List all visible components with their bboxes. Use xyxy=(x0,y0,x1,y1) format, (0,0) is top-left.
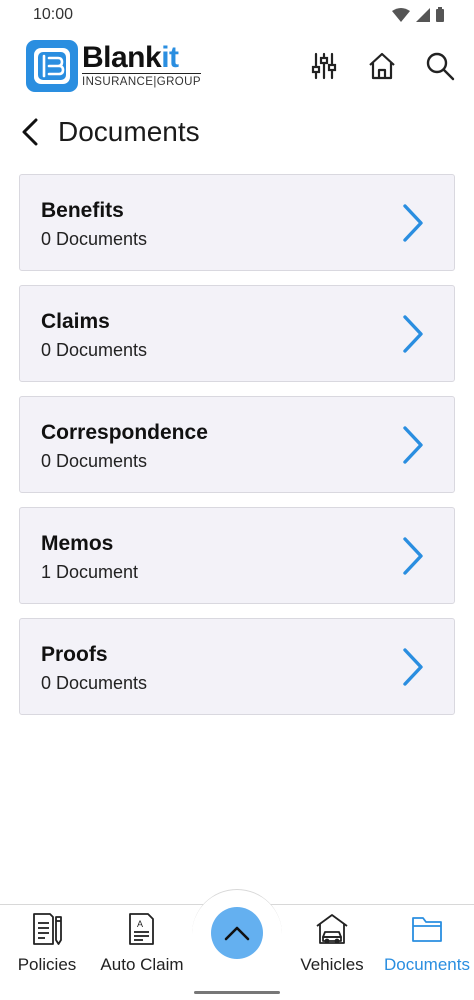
cellular-signal-icon xyxy=(416,7,430,22)
nav-label: Auto Claim xyxy=(100,955,184,974)
document-category-proofs[interactable]: Proofs 0 Documents xyxy=(19,618,455,715)
chevron-right-icon xyxy=(403,204,423,242)
status-time: 10:00 xyxy=(33,6,74,23)
category-name: Proofs xyxy=(41,643,108,666)
category-name: Memos xyxy=(41,532,114,555)
nav-item-policies[interactable]: Policies xyxy=(16,911,78,975)
header-actions xyxy=(306,48,458,84)
home-icon xyxy=(369,52,395,80)
document-category-correspondence[interactable]: Correspondence 0 Documents xyxy=(19,396,455,493)
svg-text:A: A xyxy=(137,919,143,929)
chevron-right-icon xyxy=(403,537,423,575)
category-count: 0 Documents xyxy=(41,229,148,249)
chevron-right-icon xyxy=(403,315,423,353)
brand-logo: Blankit INSURANCE|GROUP xyxy=(26,40,201,92)
filter-sliders-icon xyxy=(311,52,337,80)
category-name: Benefits xyxy=(41,199,124,222)
chevron-right-icon xyxy=(403,426,423,464)
brand-name-accent: it xyxy=(161,41,179,74)
nav-label: Vehicles xyxy=(300,955,364,974)
car-garage-icon xyxy=(314,911,350,947)
app-header: Blankit INSURANCE|GROUP xyxy=(0,32,474,102)
document-category-memos[interactable]: Memos 1 Document xyxy=(19,507,455,604)
bottom-nav: Policies A Auto Claim Vehicles Documents xyxy=(0,889,474,1000)
category-name: Claims xyxy=(41,310,110,333)
auto-claim-form-icon: A xyxy=(124,911,160,947)
brand-name-main: Blank xyxy=(82,41,162,74)
policy-document-icon xyxy=(29,911,65,947)
back-button[interactable] xyxy=(20,112,50,152)
chevron-up-icon xyxy=(224,926,250,941)
battery-icon xyxy=(436,7,444,22)
home-button[interactable] xyxy=(364,48,400,84)
category-count: 0 Documents xyxy=(41,451,148,471)
page-title: Documents xyxy=(58,116,200,147)
category-count: 0 Documents xyxy=(41,673,148,693)
home-indicator[interactable] xyxy=(194,991,280,994)
brand-wordmark: Blankit INSURANCE|GROUP xyxy=(82,43,201,89)
nav-item-auto-claim[interactable]: A Auto Claim xyxy=(96,911,188,975)
page-title-row: Documents xyxy=(20,110,200,154)
filter-button[interactable] xyxy=(306,48,342,84)
brand-mark-icon xyxy=(26,40,78,92)
brand-name: Blankit xyxy=(82,43,201,73)
expand-menu-button[interactable] xyxy=(211,907,263,959)
document-category-claims[interactable]: Claims 0 Documents xyxy=(19,285,455,382)
search-icon xyxy=(426,52,455,81)
status-icons xyxy=(392,7,444,22)
category-count: 1 Document xyxy=(41,562,139,582)
wifi-icon xyxy=(392,7,410,22)
category-name: Correspondence xyxy=(41,421,208,444)
category-count: 0 Documents xyxy=(41,340,148,360)
nav-label: Documents xyxy=(384,955,470,974)
status-bar: 10:00 xyxy=(0,0,474,32)
search-button[interactable] xyxy=(422,48,458,84)
document-category-benefits[interactable]: Benefits 0 Documents xyxy=(19,174,455,271)
chevron-right-icon xyxy=(403,648,423,686)
chevron-left-icon xyxy=(22,118,38,146)
brand-subtitle: INSURANCE|GROUP xyxy=(82,73,201,89)
document-category-list: Benefits 0 Documents Claims 0 Documents … xyxy=(19,174,455,729)
nav-item-documents[interactable]: Documents xyxy=(382,911,472,975)
nav-item-vehicles[interactable]: Vehicles xyxy=(298,911,366,975)
nav-label: Policies xyxy=(17,955,77,974)
folder-icon xyxy=(409,911,445,947)
